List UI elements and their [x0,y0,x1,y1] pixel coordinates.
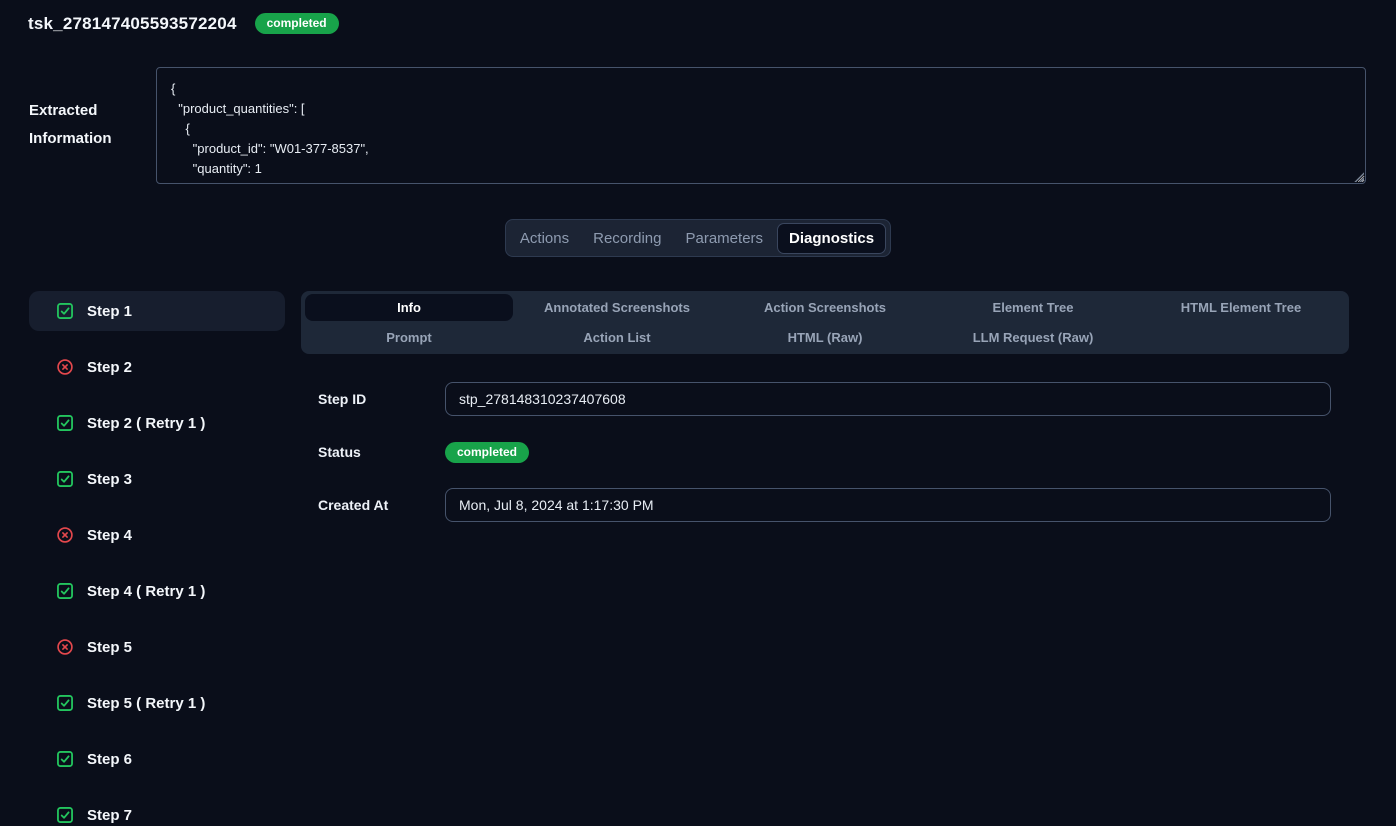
step-list-item-3[interactable]: Step 3 [29,459,285,499]
step-list: Step 1 Step 2 Step 2 ( Retry 1 ) Step 3 … [29,291,285,826]
step-id-input[interactable] [445,382,1331,416]
subtab-annotated-screenshots[interactable]: Annotated Screenshots [513,294,721,321]
step-list-item-4-retry-1[interactable]: Step 4 ( Retry 1 ) [29,571,285,611]
step-list-item-5[interactable]: Step 5 [29,627,285,667]
extracted-information-label: Extracted Information [29,67,156,184]
subtab-prompt[interactable]: Prompt [305,324,513,351]
step-label: Step 3 [87,471,132,488]
task-id-title: tsk_278147405593572204 [28,14,237,34]
step-label: Step 5 ( Retry 1 ) [87,695,205,712]
extracted-information-textarea-wrap: { "product_quantities": [ { "product_id"… [156,67,1366,184]
created-at-row: Created At [318,488,1349,522]
step-list-item-1[interactable]: Step 1 [29,291,285,331]
x-circle-icon [56,526,74,544]
content-area: Step 1 Step 2 Step 2 ( Retry 1 ) Step 3 … [29,291,1396,826]
step-id-row: Step ID [318,382,1349,416]
step-label: Step 1 [87,303,132,320]
check-square-icon [56,302,74,320]
step-label: Step 4 ( Retry 1 ) [87,583,205,600]
status-label: Status [318,444,445,460]
step-list-item-2-retry-1[interactable]: Step 2 ( Retry 1 ) [29,403,285,443]
step-label: Step 7 [87,807,132,824]
step-label: Step 2 [87,359,132,376]
status-row: Status completed [318,435,1349,469]
check-square-icon [56,694,74,712]
tab-actions[interactable]: Actions [511,225,578,252]
step-label: Step 2 ( Retry 1 ) [87,415,205,432]
extracted-information-textarea[interactable]: { "product_quantities": [ { "product_id"… [156,67,1366,184]
step-list-item-6[interactable]: Step 6 [29,739,285,779]
x-circle-icon [56,358,74,376]
info-fields: Step ID Status completed Created At [318,382,1349,522]
step-status-badge: completed [445,442,529,463]
tab-diagnostics[interactable]: Diagnostics [778,224,885,253]
x-circle-icon [56,638,74,656]
step-label: Step 5 [87,639,132,656]
step-label: Step 4 [87,527,132,544]
subtab-action-screenshots[interactable]: Action Screenshots [721,294,929,321]
diagnostics-panel: Info Annotated Screenshots Action Screen… [301,291,1349,826]
tab-recording[interactable]: Recording [584,225,670,252]
check-square-icon [56,806,74,824]
main-tab-bar: Actions Recording Parameters Diagnostics [505,219,891,257]
check-square-icon [56,414,74,432]
step-id-label: Step ID [318,391,445,407]
main-tabs-row: Actions Recording Parameters Diagnostics [0,219,1396,257]
subtab-info[interactable]: Info [305,294,513,321]
created-at-label: Created At [318,497,445,513]
subtab-action-list[interactable]: Action List [513,324,721,351]
step-label: Step 6 [87,751,132,768]
step-list-item-5-retry-1[interactable]: Step 5 ( Retry 1 ) [29,683,285,723]
check-square-icon [56,470,74,488]
subtab-html-element-tree[interactable]: HTML Element Tree [1137,294,1345,321]
step-list-item-2[interactable]: Step 2 [29,347,285,387]
subtab-llm-request-raw[interactable]: LLM Request (Raw) [929,324,1137,351]
task-status-badge: completed [255,13,339,34]
diagnostics-sub-tab-bar: Info Annotated Screenshots Action Screen… [301,291,1349,354]
tab-parameters[interactable]: Parameters [677,225,773,252]
step-list-item-7[interactable]: Step 7 [29,795,285,826]
created-at-input[interactable] [445,488,1331,522]
extracted-information-section: Extracted Information { "product_quantit… [29,67,1366,184]
step-list-item-4[interactable]: Step 4 [29,515,285,555]
subtab-html-raw[interactable]: HTML (Raw) [721,324,929,351]
subtab-element-tree[interactable]: Element Tree [929,294,1137,321]
header: tsk_278147405593572204 completed [0,0,1396,34]
check-square-icon [56,582,74,600]
check-square-icon [56,750,74,768]
